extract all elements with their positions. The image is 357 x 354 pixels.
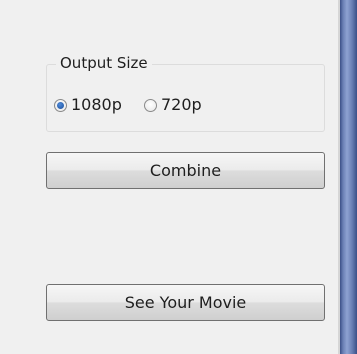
radio-1080p-indicator[interactable] — [54, 98, 67, 112]
output-size-legend: Output Size — [56, 54, 152, 72]
radio-720p-indicator[interactable] — [144, 98, 157, 112]
combine-button[interactable]: Combine — [46, 152, 325, 189]
radio-1080p-label: 1080p — [71, 95, 122, 114]
see-your-movie-button[interactable]: See Your Movie — [46, 284, 325, 321]
radio-720p-label: 720p — [161, 95, 202, 114]
radio-720p[interactable]: 720p — [144, 96, 202, 114]
vertical-scrollbar[interactable] — [340, 0, 357, 354]
radio-1080p[interactable]: 1080p — [54, 96, 122, 114]
